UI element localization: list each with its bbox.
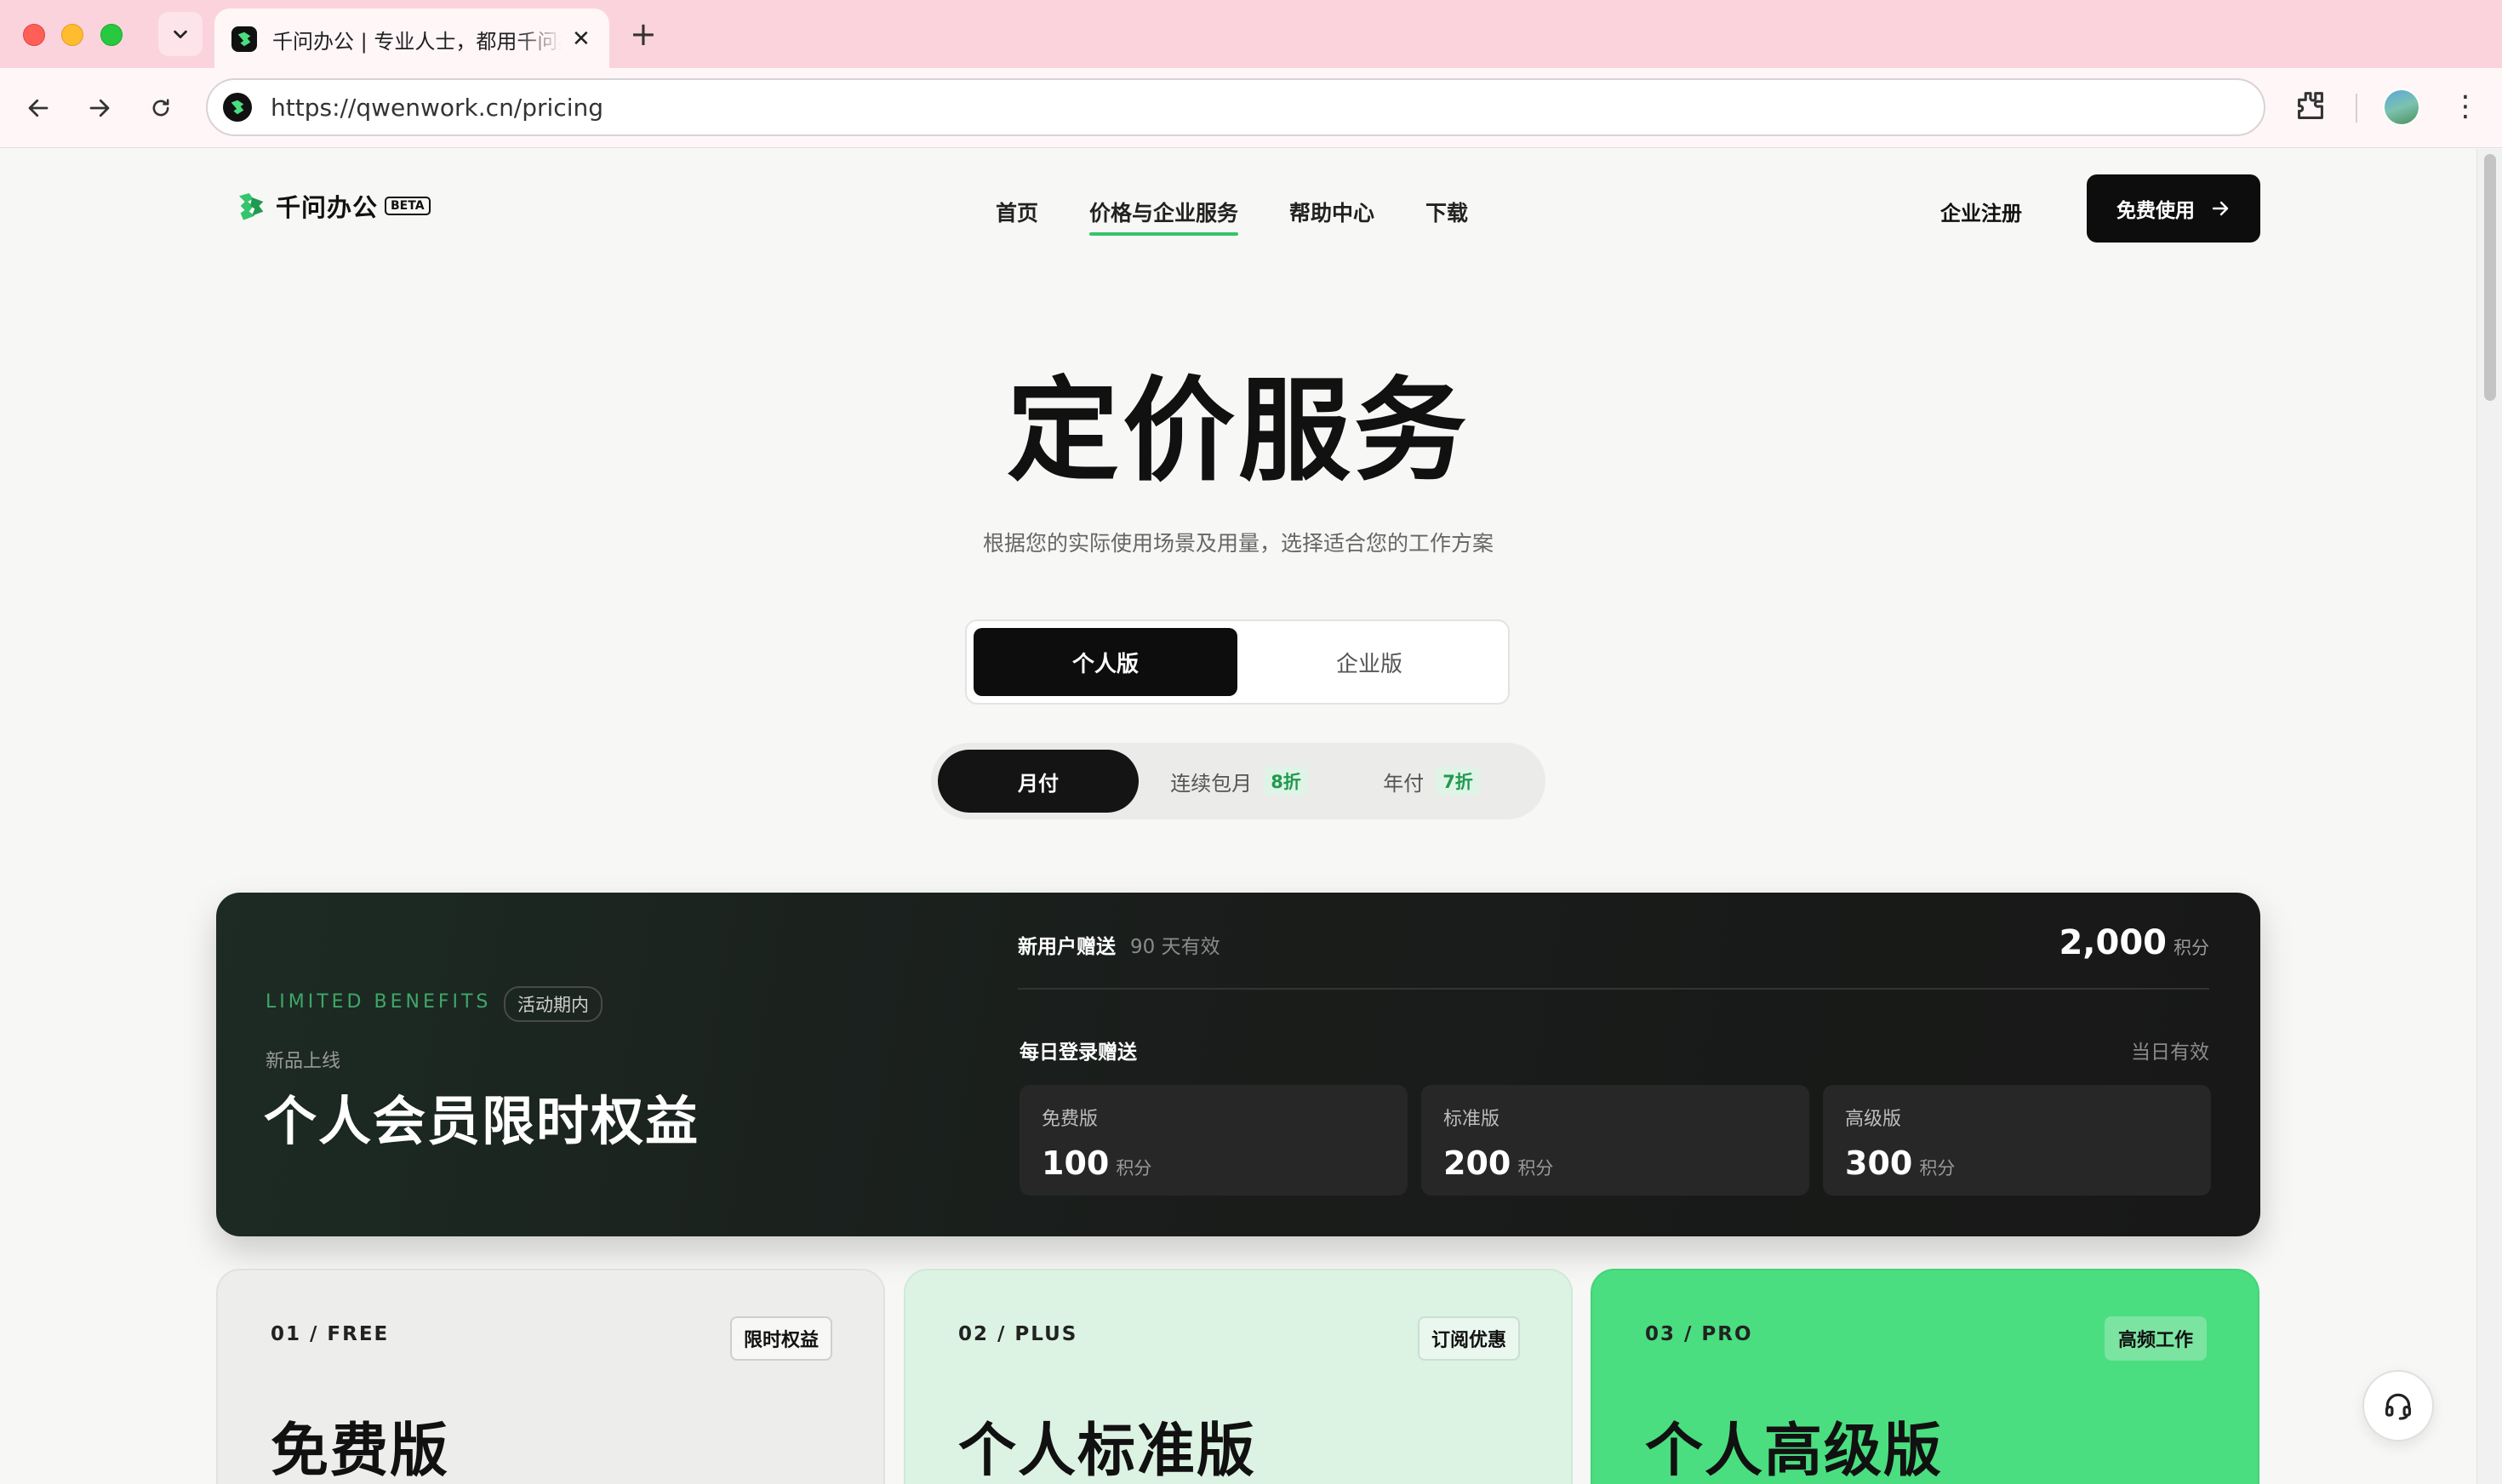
customer-support-button[interactable] [2362,1370,2434,1441]
plan-tag: 限时权益 [729,1316,832,1361]
minimize-window-button[interactable] [61,24,83,46]
benefits-eyebrow: LIMITED BENEFITS [266,991,492,1013]
tier-name: 标准版 [1443,1109,1500,1130]
nav-item-home[interactable]: 首页 [996,197,1038,236]
new-user-gift-label: 新用户赠送 [1018,936,1116,958]
new-launch-label: 新品上线 [266,1051,341,1072]
profile-avatar[interactable] [2383,88,2420,126]
pricing-page: 千问办公 BETA 首页 价格与企业服务 帮助中心 下载 企业注册 免费使用 定… [0,149,2476,1484]
points-unit: 积分 [1517,1158,1554,1179]
billing-label: 月付 [1018,771,1059,796]
activity-badge: 活动期内 [504,986,603,1022]
points-unit: 积分 [1919,1158,1956,1179]
tier-name: 免费版 [1042,1109,1099,1130]
new-user-gift-validity: 90 天有效 [1130,936,1220,958]
new-user-gift-row: 新用户赠送 90 天有效 2,000 积分 [1018,923,2209,990]
address-bar[interactable]: https://qwenwork.cn/pricing [206,78,2265,136]
daily-tier-premium: 高级版 300 积分 [1823,1085,2211,1196]
tab-close-icon[interactable]: ✕ [572,26,591,52]
back-button[interactable] [19,88,58,128]
tier-value: 100 积分 [1042,1144,1152,1182]
nav-item-download[interactable]: 下载 [1425,197,1468,236]
arrow-right-icon [2212,201,2229,216]
tab-yearly[interactable]: 年付 7折 [1340,750,1523,813]
browser-menu-button[interactable]: ⋮ [2451,87,2480,126]
daily-login-gift-validity: 当日有效 [2131,1042,2209,1064]
billing-toggle: 月付 连续包月 8折 年付 7折 [931,743,1545,819]
new-tab-button[interactable]: + [630,15,657,53]
plan-tag: 高频工作 [2104,1316,2207,1361]
qwen-favicon-icon [231,26,257,52]
billing-label: 连续包月 [1170,771,1253,796]
daily-login-gift-label: 每日登录赠送 [1020,1042,1137,1064]
edition-toggle: 个人版 企业版 [965,619,1510,705]
logo-text: 千问办公 [276,193,379,222]
plan-card-pro[interactable]: 03 / PRO 高频工作 个人高级版 [1591,1269,2259,1484]
beta-badge: BETA [385,197,431,215]
nav-item-help[interactable]: 帮助中心 [1289,197,1374,236]
browser-tab-bar: 千问办公 | 专业人士，都用千问办公 ✕ + [0,0,2502,70]
arrow-right-icon [89,99,110,117]
free-use-label: 免费使用 [2116,200,2195,222]
tier-name: 高级版 [1845,1109,1902,1130]
tier-value: 300 积分 [1845,1144,1956,1182]
plan-name: 免费版 [271,1418,450,1484]
benefits-title: 个人会员限时权益 [264,1090,700,1152]
extensions-button[interactable] [2291,87,2330,126]
scrollbar-thumb[interactable] [2484,154,2496,401]
gift-amount-value: 2,000 [2059,923,2167,962]
nav-item-pricing[interactable]: 价格与企业服务 [1089,197,1239,236]
arrow-left-icon [28,99,49,117]
tab-auto-monthly[interactable]: 连续包月 8折 [1139,750,1340,813]
points-unit: 积分 [1116,1158,1152,1179]
close-window-button[interactable] [23,24,45,46]
tab-title: 千问办公 | 专业人士，都用千问办公 [272,29,562,54]
limited-benefits-banner: LIMITED BENEFITS 活动期内 新品上线 个人会员限时权益 新用户赠… [216,893,2260,1236]
tier-value: 200 积分 [1443,1144,1554,1182]
tab-search-button[interactable] [158,12,203,56]
discount-badge: 8折 [1264,767,1308,796]
free-use-button[interactable]: 免费使用 [2087,174,2260,243]
maximize-window-button[interactable] [100,24,123,46]
reload-button[interactable] [141,88,180,128]
daily-tier-standard: 标准版 200 积分 [1421,1085,1809,1196]
discount-badge: 7折 [1436,767,1480,796]
headset-icon [2385,1393,2412,1420]
browser-tab[interactable]: 千问办公 | 专业人士，都用千问办公 ✕ [214,9,609,70]
plan-tag: 订阅优惠 [1417,1316,1520,1361]
site-logo[interactable]: 千问办公 BETA [235,188,431,224]
browser-toolbar: https://qwenwork.cn/pricing ⋮ [0,68,2502,148]
puzzle-icon [2298,92,2323,119]
plan-card-free[interactable]: 01 / FREE 限时权益 免费版 [216,1269,885,1484]
plan-name: 个人标准版 [958,1418,1257,1484]
chevron-down-icon [174,30,187,39]
url-text[interactable]: https://qwenwork.cn/pricing [271,94,603,122]
forward-button[interactable] [80,88,119,128]
page-subtitle: 根据您的实际使用场景及用量，选择适合您的工作方案 [982,531,1494,556]
plan-card-plus[interactable]: 02 / PLUS 订阅优惠 个人标准版 [904,1269,1573,1484]
main-nav: 首页 价格与企业服务 帮助中心 下载 [996,197,1519,236]
qwen-logo-icon [239,193,264,220]
points-unit: 积分 [2174,938,2209,958]
tab-personal-edition[interactable]: 个人版 [974,628,1237,696]
tab-monthly[interactable]: 月付 [938,750,1139,813]
new-user-gift-amount: 2,000 积分 [2059,923,2209,962]
site-info-icon[interactable] [223,93,252,122]
toolbar-divider [2356,94,2357,123]
reload-icon [152,99,169,117]
page-title: 定价服务 [1007,366,1470,497]
tab-enterprise-edition[interactable]: 企业版 [1237,628,1501,696]
enterprise-signup-link[interactable]: 企业注册 [1940,197,2022,226]
page-scrollbar[interactable] [2476,149,2502,1484]
daily-tier-free: 免费版 100 积分 [1020,1085,1408,1196]
plan-name: 个人高级版 [1645,1418,1944,1484]
billing-label: 年付 [1383,771,1425,796]
